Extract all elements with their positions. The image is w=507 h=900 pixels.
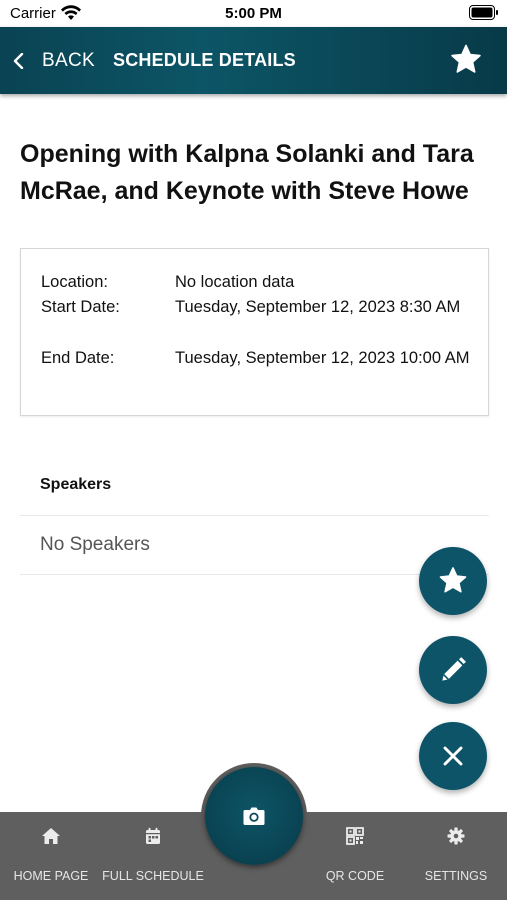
end-date-value: Tuesday, September 12, 2023 10:00 AM <box>175 349 470 367</box>
home-icon <box>42 828 60 844</box>
back-button[interactable]: BACK <box>12 27 95 94</box>
page-title: SCHEDULE DETAILS <box>113 50 296 70</box>
start-date-label: Start Date: <box>41 298 120 316</box>
speakers-heading: Speakers <box>40 476 112 493</box>
status-bar: Carrier 5:00 PM <box>0 0 507 27</box>
tab-label: HOME PAGE <box>13 869 89 883</box>
end-date-row: End Date: Tuesday, September 12, 2023 10… <box>41 346 475 371</box>
details-card: Location: No location data Start Date: T… <box>20 248 489 416</box>
end-date-label: End Date: <box>41 349 115 367</box>
start-date-row: Start Date: Tuesday, September 12, 2023 … <box>41 295 475 320</box>
no-speakers-text: No Speakers <box>40 534 150 555</box>
tab-home-page[interactable]: HOME PAGE <box>0 812 102 900</box>
location-value: No location data <box>175 273 295 291</box>
star-icon <box>439 567 467 593</box>
session-title: Opening with Kalpna Solanki and Tara McR… <box>20 140 474 205</box>
top-app-bar: BACK SCHEDULE DETAILS <box>0 27 507 94</box>
tab-qr-code[interactable]: QR CODE <box>304 812 406 900</box>
pencil-icon <box>442 657 466 681</box>
tab-label: SETTINGS <box>424 869 488 883</box>
divider <box>20 515 489 516</box>
tab-settings[interactable]: SETTINGS <box>405 812 507 900</box>
location-row: Location: No location data <box>41 270 475 295</box>
battery-icon <box>469 5 498 20</box>
location-label: Location: <box>41 273 108 291</box>
camera-icon <box>243 807 265 825</box>
favorite-star-icon[interactable] <box>449 43 483 77</box>
qr-code-icon <box>346 827 364 845</box>
tab-label: QR CODE <box>325 869 385 883</box>
close-icon <box>443 746 463 766</box>
gear-icon <box>447 827 465 845</box>
tab-label: FULL SCHEDULE <box>102 869 204 883</box>
clock: 5:00 PM <box>225 5 282 22</box>
calendar-icon <box>146 827 160 844</box>
edit-fab-button[interactable] <box>419 636 487 704</box>
back-label: BACK <box>42 49 95 71</box>
tab-full-schedule[interactable]: FULL SCHEDULE <box>102 812 204 900</box>
start-date-value: Tuesday, September 12, 2023 8:30 AM <box>175 298 461 316</box>
chevron-left-icon <box>13 52 24 69</box>
close-fab-button[interactable] <box>419 722 487 790</box>
camera-button[interactable] <box>205 767 303 865</box>
favorite-fab-button[interactable] <box>419 547 487 615</box>
